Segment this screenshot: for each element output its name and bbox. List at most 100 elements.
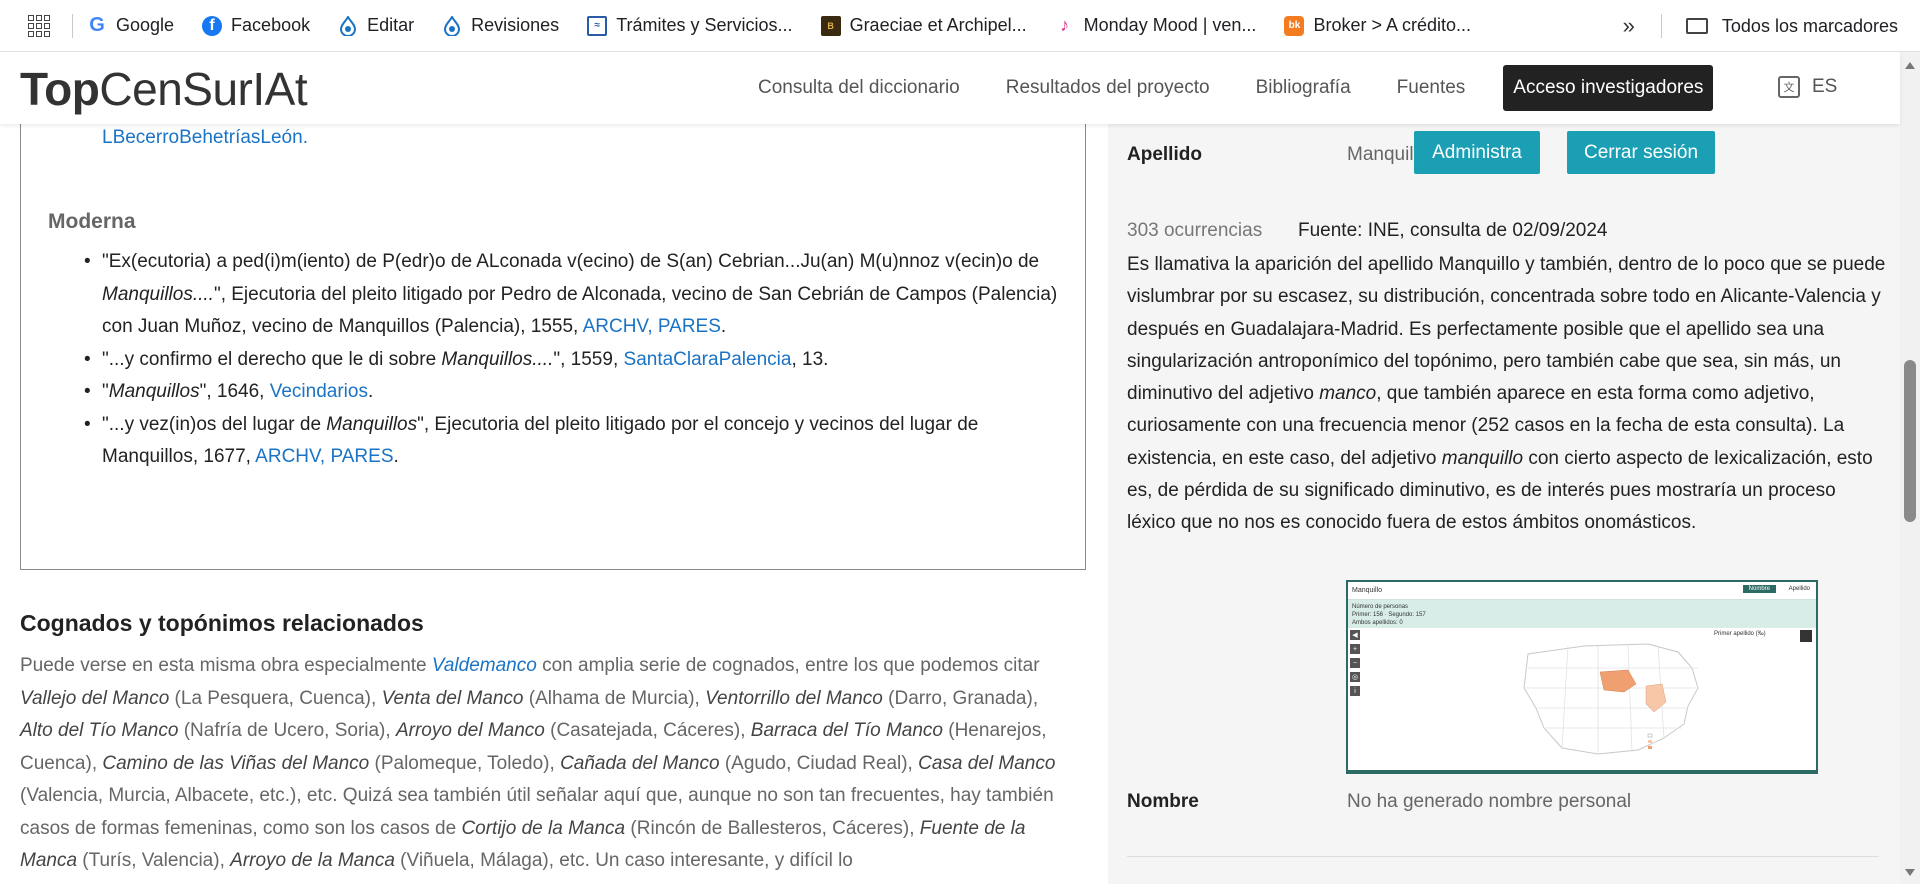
toponym: Camino de las Viñas del Manco [102, 752, 370, 774]
map-stat-line: Ambos apellidos: 0 [1352, 620, 1403, 626]
para-text: con amplia serie de cognados, entre los … [536, 655, 1040, 676]
bookmark-label: Editar [367, 15, 415, 35]
cognados-paragraph: Puede verse en esta misma obra especialm… [20, 650, 1070, 878]
bookmark-broker[interactable]: bk Broker > A crédito... [1284, 15, 1471, 36]
quote-text: ", 1646, [199, 381, 270, 402]
bookmark-monday-mood[interactable]: ♪ Monday Mood | ven... [1055, 15, 1257, 36]
quote-text: . [720, 316, 727, 337]
italic-term: manco [1319, 383, 1377, 405]
apps-grid-icon[interactable] [28, 14, 50, 37]
quote-text: , 13. [791, 348, 829, 370]
para-text: (Turís, Valencia), [77, 850, 231, 871]
main-nav: Consulta del diccionario Resultados del … [758, 52, 1714, 124]
para-text: (Darro, Granada), [882, 687, 1039, 709]
quote-text: "...y vez(in)os del lugar de [102, 413, 327, 435]
language-switcher[interactable]: 文 ES [1778, 76, 1837, 98]
admin-button[interactable]: Administra [1414, 131, 1540, 174]
google-icon: G [87, 14, 107, 36]
source-link-vecindarios[interactable]: Vecindarios [270, 381, 368, 402]
broker-icon: bk [1284, 15, 1305, 36]
map-search-value: Manquillo [1352, 587, 1382, 594]
scroll-down-icon[interactable] [1905, 869, 1915, 876]
apellido-label: Apellido [1127, 144, 1202, 165]
source-note: Fuente: INE, consulta de 02/09/2024 [1298, 220, 1608, 241]
bookmark-graeciae[interactable]: B Graeciae et Archipel... [820, 15, 1027, 36]
list-item: "Manquillos", 1646, Vecindarios. [80, 376, 1060, 409]
quote-italic: Manquillos [108, 381, 200, 402]
nav-acceso-investigadores[interactable]: Acceso investigadores [1503, 65, 1714, 111]
map-stat-line: Primer: 156 · Segundo: 157 [1352, 612, 1426, 618]
link-valdemanco[interactable]: Valdemanco [432, 655, 537, 676]
toponym: Arroyo del Manco [395, 720, 545, 741]
occurrence-count: 303 ocurrencias [1127, 220, 1263, 241]
source-link-archv[interactable]: ARCHV, PARES [255, 446, 393, 467]
language-label: ES [1812, 76, 1838, 97]
facebook-icon: f [202, 15, 223, 36]
quote-italic: Manquillos [326, 413, 418, 435]
toponym: Arroyo de la Manca [230, 850, 395, 871]
logo-bold: Top [20, 63, 100, 115]
quote-text: . [367, 381, 374, 402]
toponym: Venta del Manco [381, 687, 524, 709]
bookmark-google[interactable]: G Google [87, 14, 174, 36]
site-logo[interactable]: TopCenSurIAt [20, 62, 308, 116]
surname-description: Es llamativa la aparición del apellido M… [1127, 249, 1887, 540]
para-text: (Alhama de Murcia), [523, 687, 706, 709]
list-item: "...y confirmo el derecho que le di sobr… [80, 344, 1060, 377]
bookmarks-right: » Todos los marcadores [1623, 0, 1920, 52]
drupal-icon [442, 15, 462, 36]
source-link-becerro[interactable]: LBecerroBehetríasLeón. [102, 127, 308, 149]
quote-italic: Manquillos.... [102, 283, 214, 305]
nav-bibliografia[interactable]: Bibliografía [1256, 77, 1351, 99]
logout-button[interactable]: Cerrar sesión [1567, 131, 1715, 174]
toponym: Alto del Tío Manco [20, 720, 179, 741]
source-link-archv[interactable]: ARCHV, PARES [583, 316, 721, 337]
list-item: "...y vez(in)os del lugar de Manquillos"… [80, 409, 1060, 474]
more-bookmarks-icon[interactable]: » [1623, 13, 1635, 39]
bookmark-facebook[interactable]: f Facebook [202, 15, 310, 36]
toponym: Cañada del Manco [560, 752, 720, 774]
map-search-bar: Manquillo Nombre Apellido [1348, 582, 1816, 600]
para-text: (Rincón de Ballesteros, Cáceres), [625, 817, 920, 839]
para-text: (Palomeque, Toledo), [369, 752, 561, 774]
bookmark-tramites[interactable]: ≈ Trámites y Servicios... [587, 15, 793, 36]
quote-italic: Manquillos.... [441, 348, 554, 370]
graeciae-icon: B [820, 15, 841, 36]
divider [1127, 856, 1879, 857]
bookmark-label: Facebook [231, 15, 311, 35]
scroll-up-icon[interactable] [1905, 62, 1915, 69]
source-link-santaclara[interactable]: SantaClaraPalencia [624, 349, 792, 370]
scrollbar-thumb[interactable] [1904, 360, 1916, 522]
cognados-heading: Cognados y topónimos relacionados [20, 610, 424, 636]
para-text: Puede verse en esta misma obra especialm… [20, 655, 432, 676]
map-stat-line: Número de personas [1352, 604, 1409, 610]
page-scrollbar[interactable] [1900, 52, 1920, 884]
para-text: (Viñuela, Málaga), etc. Un caso interesa… [394, 850, 853, 871]
translate-icon: 文 [1778, 76, 1800, 98]
nav-consulta[interactable]: Consulta del diccionario [758, 77, 960, 99]
bookmarks-separator [1660, 14, 1662, 38]
bookmark-label: Broker > A crédito... [1313, 15, 1472, 35]
toponym: Vallejo del Manco [20, 687, 170, 709]
bookmark-revisiones[interactable]: Revisiones [442, 15, 559, 36]
italic-term: manquillo [1441, 447, 1524, 469]
bookmark-label: Monday Mood | ven... [1083, 15, 1257, 35]
nav-fuentes[interactable]: Fuentes [1397, 77, 1466, 99]
bookmark-label: Graeciae et Archipel... [849, 15, 1027, 35]
para-text: (Nafría de Ucero, Soria), [178, 720, 396, 741]
bookmark-editar[interactable]: Editar [338, 15, 414, 36]
quote-text: ", 1559, [553, 348, 624, 370]
map-apellido-button: Apellido [1788, 586, 1810, 592]
nav-resultados[interactable]: Resultados del proyecto [1006, 77, 1210, 99]
tramites-icon: ≈ [587, 15, 608, 36]
drupal-icon [338, 15, 358, 36]
monday-mood-icon: ♪ [1060, 15, 1070, 35]
toponym: Casa del Manco [918, 752, 1056, 774]
bookmark-label: Trámites y Servicios... [616, 15, 793, 35]
quote-text: "...y confirmo el derecho que le di sobr… [102, 348, 442, 370]
para-text: Es llamativa la aparición del apellido M… [1127, 254, 1886, 405]
distribution-map-image[interactable]: Manquillo Nombre Apellido Número de pers… [1346, 580, 1818, 774]
site-header: TopCenSurIAt Consulta del diccionario Re… [0, 52, 1900, 124]
all-bookmarks-link[interactable]: Todos los marcadores [1722, 16, 1898, 37]
map-body: ◀ + − ◎ i Primer apellido (‰) [1348, 628, 1816, 768]
